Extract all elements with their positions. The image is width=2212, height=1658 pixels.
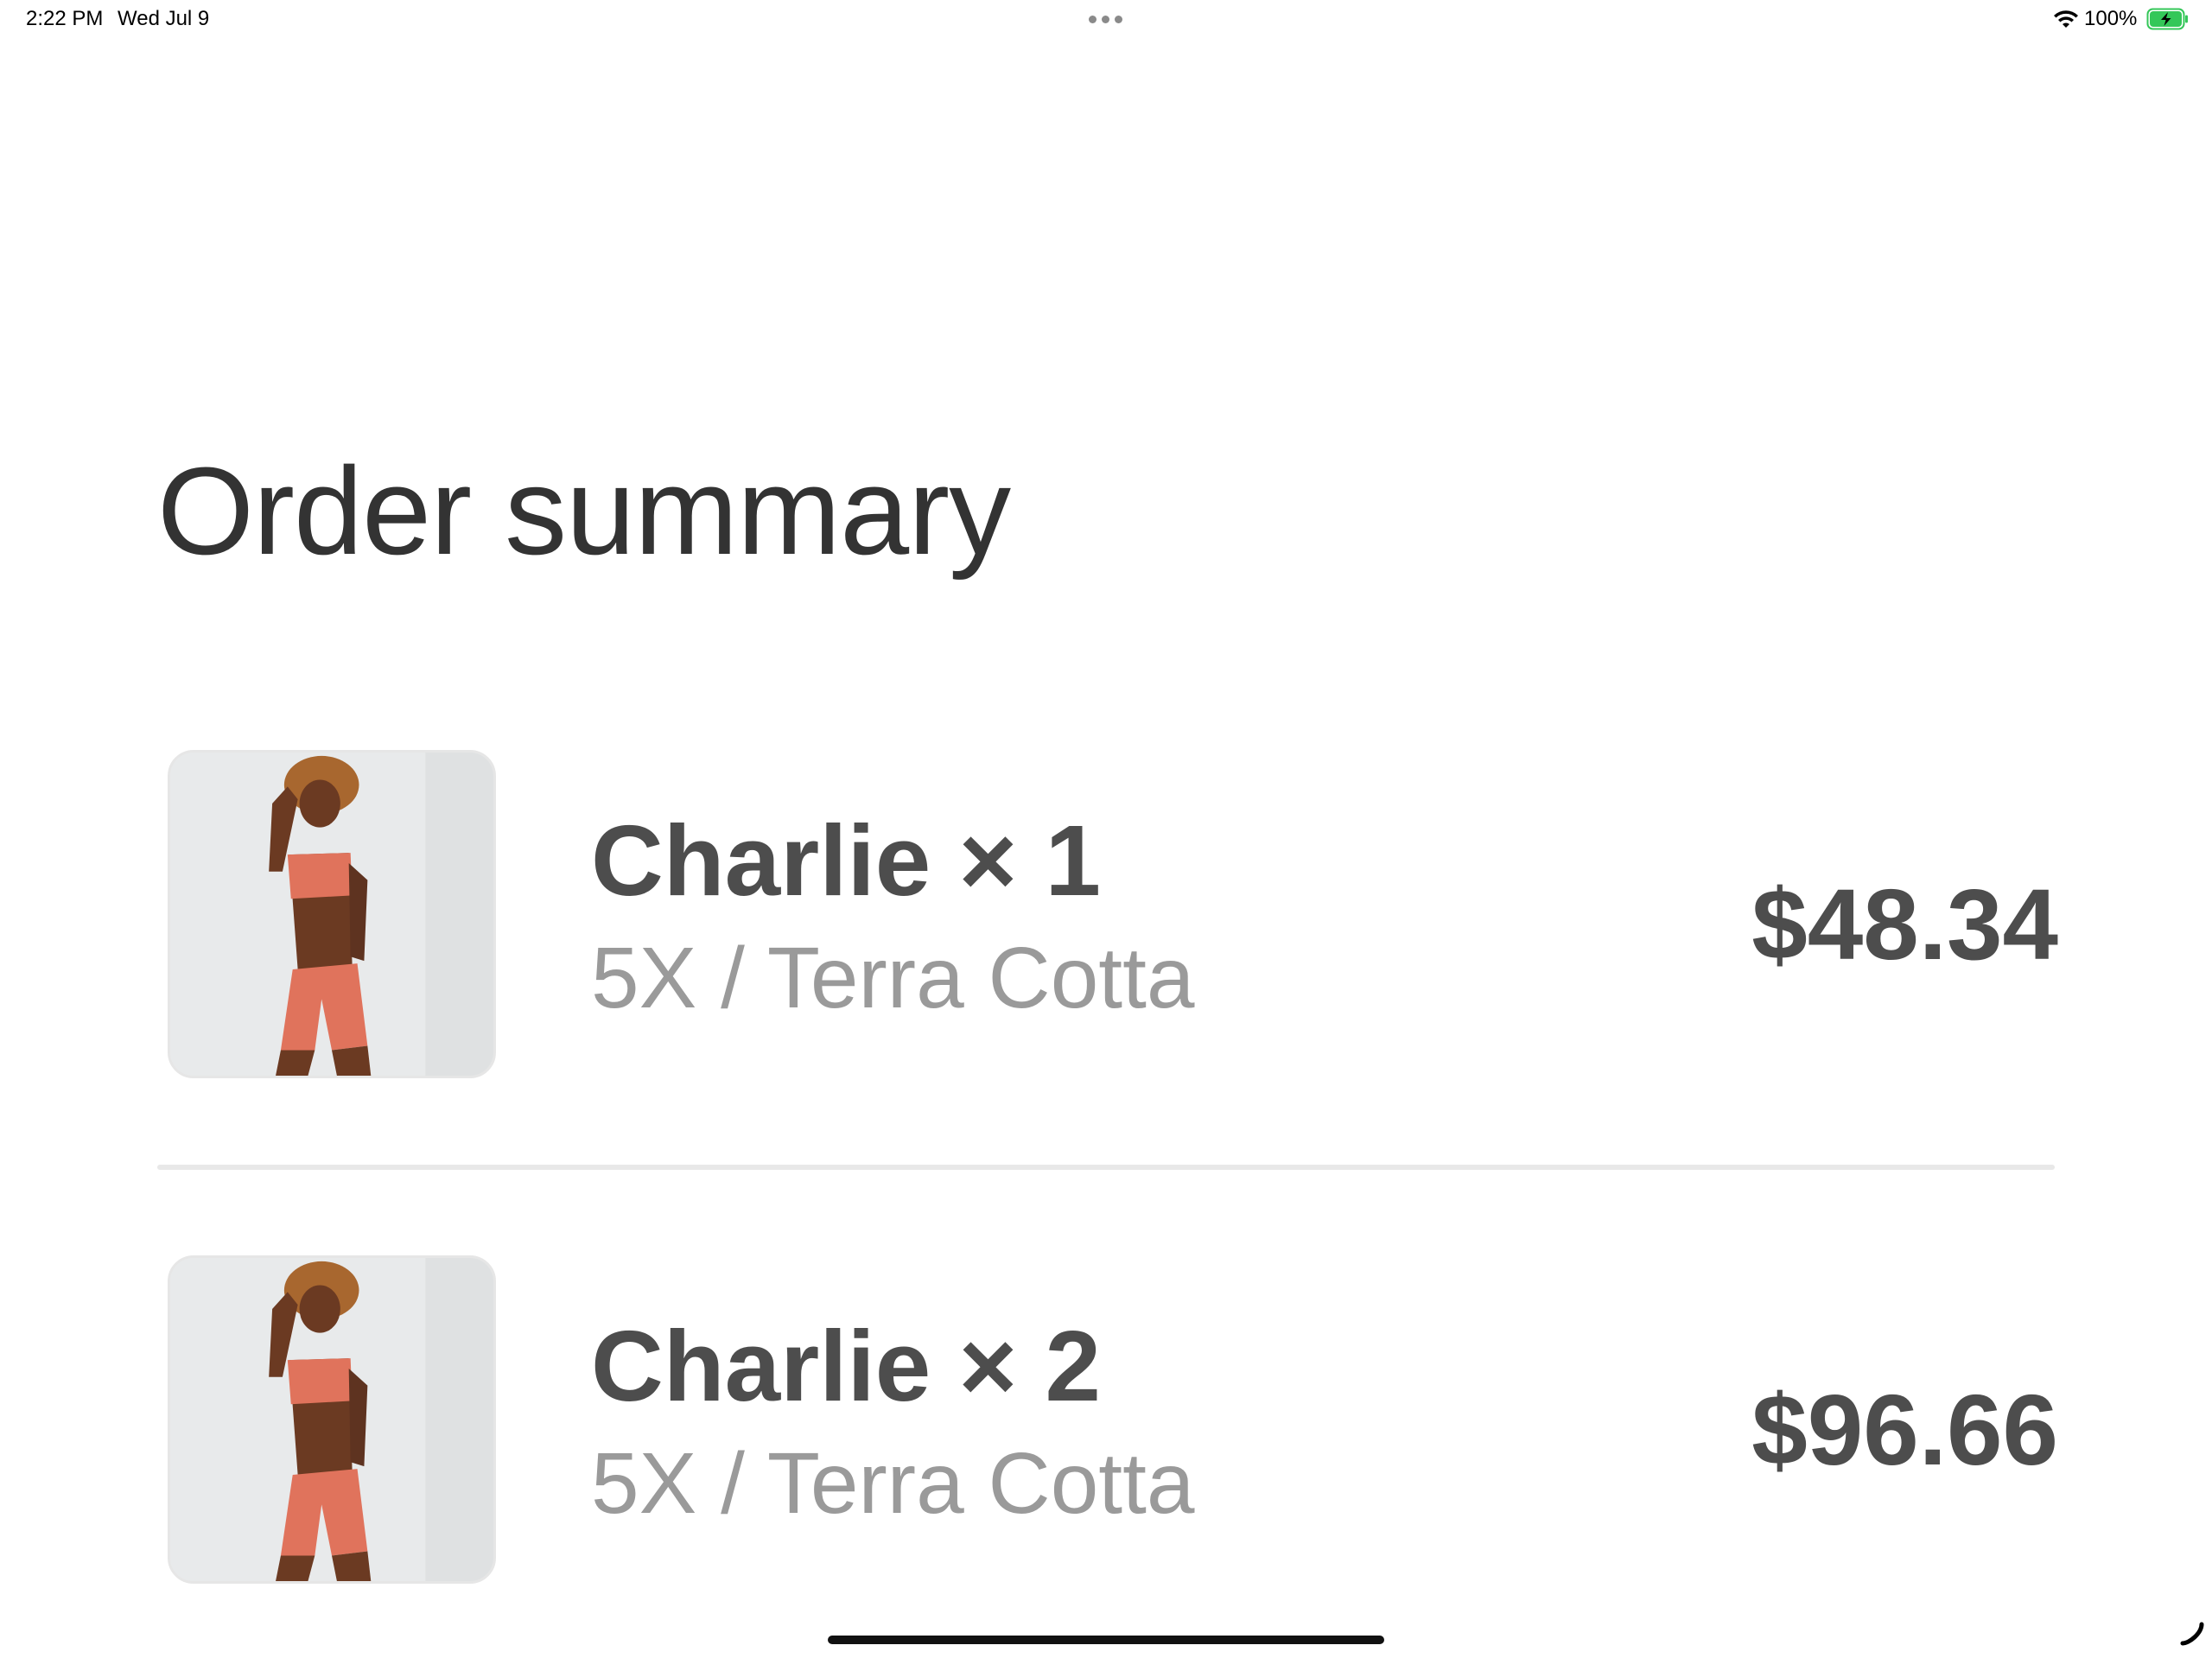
- item-price: $48.34: [1751, 868, 2058, 981]
- multitasking-dots-icon[interactable]: [1089, 16, 1122, 23]
- page-title: Order summary: [157, 441, 1011, 581]
- item-name: Charlie × 2: [591, 1310, 1101, 1422]
- order-item: Charlie × 1 5X / Terra Cotta $48.34: [157, 743, 2058, 1080]
- item-name: Charlie × 1: [591, 804, 1101, 917]
- product-thumbnail: [168, 750, 496, 1078]
- item-divider: [157, 1165, 2055, 1170]
- battery-percentage: 100%: [2084, 7, 2138, 30]
- wifi-icon: [2054, 10, 2078, 28]
- status-date: Wed Jul 9: [118, 7, 210, 30]
- item-variant: 5X / Terra Cotta: [591, 1435, 1195, 1532]
- item-variant: 5X / Terra Cotta: [591, 930, 1195, 1026]
- order-item: Charlie × 2 5X / Terra Cotta $96.66: [157, 1248, 2058, 1585]
- status-time: 2:22 PM: [26, 7, 104, 30]
- home-indicator[interactable]: [828, 1636, 1384, 1644]
- phone-icon: [2180, 1622, 2204, 1646]
- battery-charging-icon: [2146, 8, 2188, 30]
- status-bar: 2:22 PM Wed Jul 9 100%: [0, 0, 2212, 40]
- product-thumbnail: [168, 1255, 496, 1584]
- product-photo-image: [170, 753, 493, 1076]
- checkout-screen: 2:22 PM Wed Jul 9 100% Order summary Cha…: [0, 0, 2212, 1658]
- product-photo-image: [170, 1258, 493, 1581]
- item-price: $96.66: [1751, 1374, 2058, 1486]
